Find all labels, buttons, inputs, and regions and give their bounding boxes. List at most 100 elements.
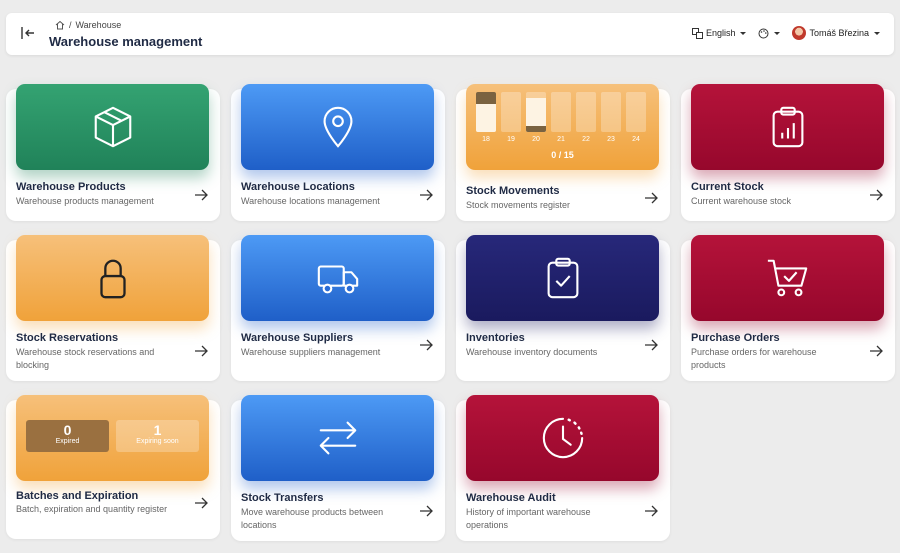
- home-icon[interactable]: [55, 20, 65, 30]
- card-warehouse-suppliers[interactable]: Warehouse Suppliers Warehouse suppliers …: [231, 235, 445, 381]
- breadcrumb: / Warehouse: [55, 20, 121, 30]
- day-label: 20: [532, 136, 540, 143]
- card-title: Current Stock: [691, 181, 764, 193]
- card-title: Warehouse Audit: [466, 492, 556, 504]
- card-tile: [16, 235, 209, 321]
- truck-icon: [317, 265, 358, 294]
- card-tile: [691, 84, 884, 170]
- card-description: Current warehouse stock: [691, 196, 792, 206]
- user-name: Tomáš Březina: [809, 28, 869, 38]
- arrow-right-icon: [870, 189, 883, 201]
- expiring-label: Expiring soon: [136, 438, 179, 445]
- page-title: Warehouse management: [49, 34, 203, 49]
- card-title: Stock Movements: [466, 185, 560, 197]
- card-description: Stock movements register: [466, 200, 571, 210]
- card-title: Stock Reservations: [16, 332, 119, 344]
- card-stock-movements[interactable]: 18 19 20 21 22 23 24 0 / 15 Stock Moveme…: [456, 84, 670, 221]
- card-tile: [691, 235, 884, 321]
- card-inventories[interactable]: Inventories Warehouse inventory document…: [456, 235, 670, 381]
- day-bar: [601, 92, 621, 132]
- card-tile: [466, 235, 659, 321]
- card-description: Batch, expiration and quantity register: [16, 504, 168, 514]
- card-description: Warehouse locations management: [241, 196, 380, 206]
- card-tile: [466, 395, 659, 481]
- palette-icon: [758, 28, 769, 38]
- expiring-soon-box[interactable]: 1 Expiring soon: [116, 420, 199, 452]
- card-tile: [16, 84, 209, 170]
- card-description: History of important warehouse operation…: [466, 507, 591, 530]
- card-current-stock[interactable]: Current Stock Current warehouse stock: [681, 84, 895, 221]
- back-icon[interactable]: [18, 23, 38, 43]
- avatar: [792, 26, 807, 40]
- chevron-down-icon: [874, 31, 880, 35]
- card-title: Warehouse Products: [16, 181, 126, 193]
- language-selector[interactable]: English: [691, 27, 747, 39]
- card-description: Warehouse products management: [16, 196, 154, 206]
- arrow-right-icon: [195, 345, 208, 357]
- movement-count: 0 / 15: [551, 150, 574, 160]
- card-tile: 0 Expired 1 Expiring soon: [16, 395, 209, 481]
- arrow-right-icon: [195, 189, 208, 201]
- translate-icon: [691, 27, 703, 39]
- day-bar: [576, 92, 596, 132]
- breadcrumb-warehouse[interactable]: Warehouse: [76, 20, 122, 30]
- day-bar: [476, 92, 496, 132]
- language-label: English: [705, 28, 736, 38]
- expired-box[interactable]: 0 Expired: [26, 420, 109, 452]
- day-bar: [501, 92, 521, 132]
- arrow-right-icon: [645, 505, 658, 517]
- clipboard-check-icon: [547, 257, 578, 299]
- expiring-count: 1: [153, 422, 162, 438]
- card-title: Purchase Orders: [691, 332, 780, 344]
- clock-history-icon: [542, 417, 583, 459]
- card-stock-transfers[interactable]: Stock Transfers Move warehouse products …: [231, 395, 445, 541]
- card-tile: [241, 235, 434, 321]
- chevron-down-icon: [774, 31, 781, 35]
- card-description: Warehouse inventory documents: [466, 347, 598, 357]
- lock-icon: [99, 259, 126, 299]
- card-purchase-orders[interactable]: Purchase Orders Purchase orders for ware…: [681, 235, 895, 381]
- arrow-right-icon: [195, 497, 208, 509]
- arrow-right-icon: [420, 189, 433, 201]
- map-pin-icon: [323, 106, 352, 148]
- card-title: Warehouse Locations: [241, 181, 355, 193]
- card-description: Warehouse suppliers management: [241, 347, 381, 357]
- top-header: / Warehouse Warehouse management English…: [6, 13, 894, 55]
- card-title: Stock Transfers: [241, 492, 324, 504]
- arrows-exchange-icon: [319, 421, 356, 455]
- card-warehouse-products[interactable]: Warehouse Products Warehouse products ma…: [6, 84, 220, 221]
- expired-count: 0: [63, 422, 72, 438]
- day-bar: [526, 92, 546, 132]
- user-menu[interactable]: Tomáš Březina: [792, 26, 880, 40]
- card-batches-expiration[interactable]: 0 Expired 1 Expiring soon Batches and Ex…: [6, 395, 220, 539]
- card-title: Batches and Expiration: [16, 490, 139, 502]
- card-warehouse-audit[interactable]: Warehouse Audit History of important war…: [456, 395, 670, 541]
- theme-selector[interactable]: [758, 28, 781, 39]
- card-description: Warehouse stock reservations and blockin…: [16, 347, 155, 370]
- arrow-right-icon: [645, 192, 658, 204]
- movement-bars: [476, 92, 646, 132]
- arrow-right-icon: [645, 339, 658, 351]
- day-label: 19: [507, 136, 515, 143]
- card-tile: 18 19 20 21 22 23 24 0 / 15: [466, 84, 659, 170]
- box-icon: [94, 106, 131, 148]
- card-title: Warehouse Suppliers: [241, 332, 354, 344]
- card-warehouse-locations[interactable]: Warehouse Locations Warehouse locations …: [231, 84, 445, 221]
- chevron-down-icon: [740, 31, 747, 35]
- movement-days: 18 19 20 21 22 23 24: [476, 136, 646, 143]
- day-label: 23: [607, 136, 615, 143]
- expired-label: Expired: [55, 438, 80, 445]
- card-title: Inventories: [466, 332, 525, 344]
- cart-check-icon: [767, 259, 807, 297]
- card-description: Purchase orders for warehouse products: [691, 347, 817, 370]
- day-label: 22: [582, 136, 590, 143]
- day-label: 21: [557, 136, 565, 143]
- day-bar: [626, 92, 646, 132]
- day-bar: [551, 92, 571, 132]
- clipboard-chart-icon: [772, 106, 803, 148]
- day-label: 18: [482, 136, 490, 143]
- card-description: Move warehouse products between location…: [241, 507, 384, 530]
- card-tile: [241, 84, 434, 170]
- card-stock-reservations[interactable]: Stock Reservations Warehouse stock reser…: [6, 235, 220, 381]
- day-label: 24: [632, 136, 640, 143]
